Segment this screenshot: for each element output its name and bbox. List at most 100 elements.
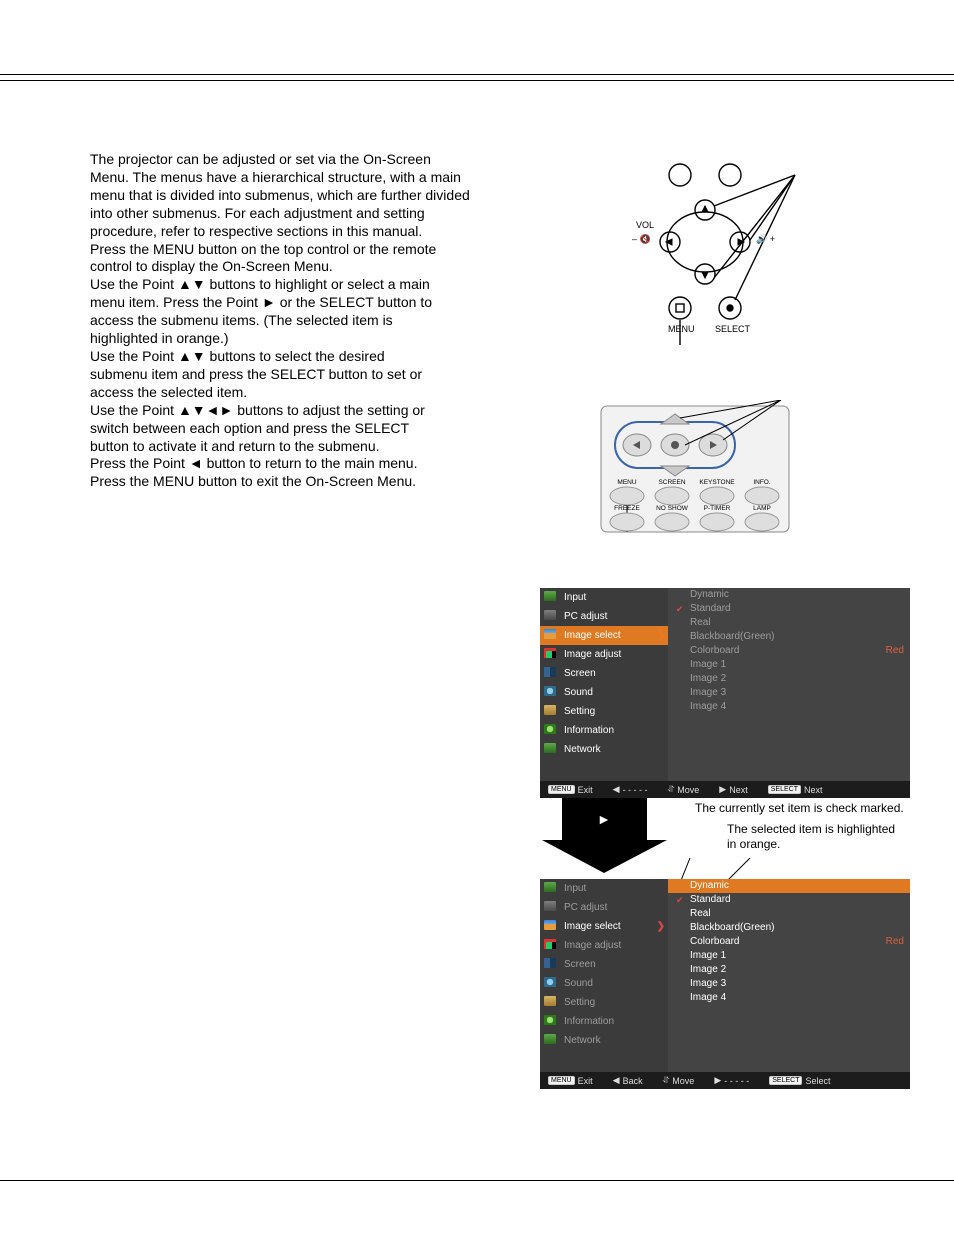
main-menu-label: Network (564, 1035, 601, 1046)
sub-menu-label: Image 4 (690, 701, 726, 712)
main-menu-label: Network (564, 744, 601, 755)
step-4: Use the Point ▲▼◄► buttons to adjust the… (90, 402, 445, 456)
sub-menu-value: Red (886, 935, 904, 949)
sub-menu-item[interactable]: Image 4 (668, 700, 910, 714)
right-column: VOL – 🔇 🔊 + MENU SELECT (540, 150, 895, 1089)
sub-menu-label: Dynamic (690, 880, 729, 891)
main-menu-item[interactable]: Network (540, 1031, 668, 1050)
main-menu-item[interactable]: Image select ❯ (540, 917, 668, 936)
chevron-right-icon: ❯ (657, 917, 665, 936)
main-menu-label: Input (564, 883, 586, 894)
sub-menu-item[interactable]: Blackboard(Green) (668, 921, 910, 935)
main-menu-item[interactable]: Setting (540, 993, 668, 1012)
footer-hint: MENUExit (548, 785, 593, 795)
menu-icon (544, 648, 558, 662)
chevron-right-icon: ❯ (657, 626, 665, 645)
main-menu-item[interactable]: Setting (540, 702, 668, 721)
main-menu-item[interactable]: Information (540, 721, 668, 740)
between-panels: ► The currently set item is check marked… (540, 798, 895, 873)
main-menu-label: Image adjust (564, 940, 621, 951)
main-menu-item[interactable]: Sound (540, 683, 668, 702)
main-menu-label: Image select (564, 921, 621, 932)
main-menu-item[interactable]: Input (540, 879, 668, 898)
menu-icon (544, 610, 558, 624)
check-icon: ✔ (676, 893, 684, 907)
vol-label: VOL (636, 220, 654, 230)
main-menu-item[interactable]: Image adjust (540, 936, 668, 955)
top-control-diagram: VOL – 🔇 🔊 + MENU SELECT (600, 150, 810, 350)
main-menu-item[interactable]: Image adjust (540, 645, 668, 664)
intro-paragraph: The projector can be adjusted or set via… (90, 151, 470, 241)
main-menu-label: Input (564, 592, 586, 603)
footer-hint: ▶Next (719, 784, 747, 795)
menu-icon (544, 882, 558, 896)
sub-menu-label: Image 2 (690, 673, 726, 684)
annotation-block: The currently set item is check marked. … (695, 801, 905, 852)
main-menu-item[interactable]: Network (540, 740, 668, 759)
main-menu-item[interactable]: PC adjust (540, 898, 668, 917)
sub-menu-item[interactable]: ColorboardRed (668, 935, 910, 949)
menu-icon (544, 667, 558, 681)
sub-menu-item[interactable]: Dynamic (668, 588, 910, 602)
main-menu-item[interactable]: PC adjust (540, 607, 668, 626)
sub-menu-label: Standard (690, 603, 731, 614)
menu-icon (544, 939, 558, 953)
instruction-text: The projector can be adjusted or set via… (90, 151, 470, 491)
sub-menu-item[interactable]: ✔ Standard (668, 893, 910, 907)
sub-menu-value: Red (886, 644, 904, 658)
sub-menu-item[interactable]: Image 4 (668, 991, 910, 1005)
top-control-svg: VOL – 🔇 🔊 + MENU SELECT (600, 150, 810, 350)
sub-menu-item[interactable]: Image 3 (668, 686, 910, 700)
sub-menu-label: Image 3 (690, 687, 726, 698)
sub-menu-item[interactable]: Image 2 (668, 672, 910, 686)
main-menu-item[interactable]: Image select❯ (540, 626, 668, 645)
osd2-sub-menu: Dynamic ✔ Standard RealBlackboard(Green) Col… (668, 879, 910, 1072)
menu-icon (544, 705, 558, 719)
mute-plus-label: 🔊 + (756, 233, 775, 245)
main-menu-item[interactable]: Sound (540, 974, 668, 993)
main-menu-label: Screen (564, 668, 596, 679)
footer-hint: ◀- - - - - (613, 784, 648, 795)
mute-minus-label: – 🔇 (632, 233, 651, 244)
sub-menu-label: Image 1 (690, 659, 726, 670)
main-menu-label: Screen (564, 959, 596, 970)
sub-menu-item[interactable]: Blackboard(Green) (668, 630, 910, 644)
sub-menu-item[interactable]: ✔Standard (668, 602, 910, 616)
main-menu-item[interactable]: Information (540, 1012, 668, 1031)
menu-icon (544, 724, 558, 738)
sub-menu-item[interactable]: Image 2 (668, 963, 910, 977)
annotation-selected: The selected item is highlighted in oran… (727, 822, 905, 852)
sub-menu-item[interactable]: Dynamic (668, 879, 910, 893)
main-menu-item[interactable]: Screen (540, 664, 668, 683)
down-arrow: ► (542, 798, 667, 873)
menu-icon (544, 1015, 558, 1029)
select-button-label: SELECT (715, 324, 751, 334)
remote-svg: MENUSCREENKEYSTONEINFO. FREEZENO SHOWP-T… (595, 400, 795, 540)
sub-menu-label: Standard (690, 894, 731, 905)
osd-panel-main: Input PC adjustImage select❯Image adjust S… (540, 588, 910, 798)
sub-menu-item[interactable]: ColorboardRed (668, 644, 910, 658)
page-rule-bottom (0, 1180, 954, 1181)
main-menu-label: Setting (564, 706, 595, 717)
main-menu-item[interactable]: Input (540, 588, 668, 607)
menu-icon (544, 920, 558, 934)
svg-text:LAMP: LAMP (753, 505, 771, 512)
sub-menu-item[interactable]: Real (668, 907, 910, 921)
osd1-main-menu: Input PC adjustImage select❯Image adjust S… (540, 588, 668, 781)
osd2-footer: MENUExit◀Back⥯Move▶- - - - -SELECTSelect (540, 1072, 910, 1089)
footer-hint: MENUExit (548, 1076, 593, 1086)
sub-menu-label: Blackboard(Green) (690, 922, 774, 933)
footer-hint: ⥯Move (668, 784, 700, 795)
sub-menu-item[interactable]: Image 1 (668, 949, 910, 963)
svg-text:NO SHOW: NO SHOW (656, 505, 689, 512)
main-menu-item[interactable]: Screen (540, 955, 668, 974)
osd-panel-submenu: Input PC adjust Image select ❯ Image adjust S… (540, 879, 910, 1089)
svg-text:FREEZE: FREEZE (614, 505, 640, 512)
menu-icon (544, 977, 558, 991)
sub-menu-label: Image 4 (690, 992, 726, 1003)
sub-menu-item[interactable]: Real (668, 616, 910, 630)
page-rule-top-1 (0, 74, 954, 75)
osd1-footer: MENUExit◀- - - - -⥯Move▶NextSELECTNext (540, 781, 910, 798)
sub-menu-item[interactable]: Image 3 (668, 977, 910, 991)
sub-menu-item[interactable]: Image 1 (668, 658, 910, 672)
